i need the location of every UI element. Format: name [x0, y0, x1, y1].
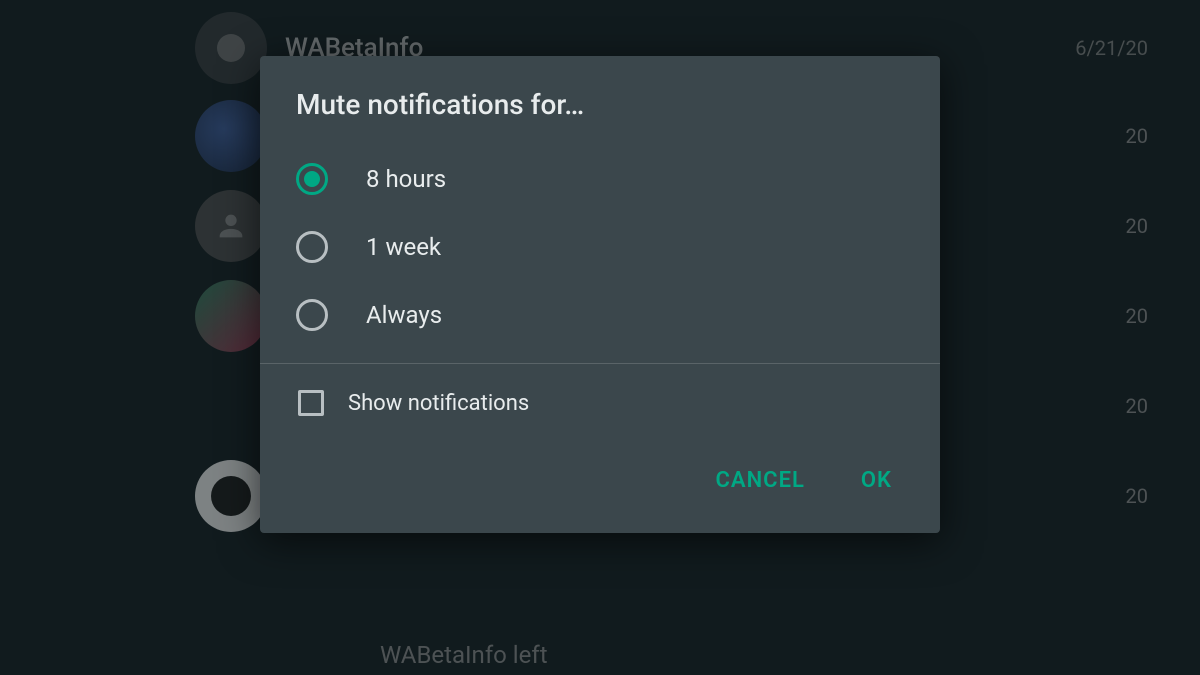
chat-date: 20: [1126, 394, 1148, 418]
ok-button[interactable]: OK: [853, 458, 900, 503]
radio-label: 1 week: [366, 233, 441, 261]
radio-label: Always: [366, 301, 442, 329]
radio-option-8-hours[interactable]: 8 hours: [296, 145, 904, 213]
chat-date: 20: [1126, 304, 1148, 328]
dialog-actions: CANCEL OK: [260, 442, 940, 533]
checkbox-icon: [298, 390, 324, 416]
cancel-button[interactable]: CANCEL: [708, 458, 813, 503]
avatar: [195, 12, 267, 84]
dialog-title: Mute notifications for…: [260, 56, 940, 145]
system-message: WABetaInfo left: [380, 641, 548, 669]
radio-icon: [296, 299, 328, 331]
chat-date: 20: [1126, 214, 1148, 238]
mute-duration-radio-group: 8 hours 1 week Always: [260, 145, 940, 349]
chat-date: 20: [1126, 484, 1148, 508]
radio-option-always[interactable]: Always: [296, 281, 904, 349]
chat-date: 6/21/20: [1075, 36, 1148, 60]
mute-notifications-dialog: Mute notifications for… 8 hours 1 week A…: [260, 56, 940, 533]
show-notifications-checkbox-row[interactable]: Show notifications: [260, 364, 940, 442]
radio-icon: [296, 231, 328, 263]
checkbox-label: Show notifications: [348, 391, 529, 416]
chat-date: 20: [1126, 124, 1148, 148]
radio-option-1-week[interactable]: 1 week: [296, 213, 904, 281]
radio-icon: [296, 163, 328, 195]
radio-label: 8 hours: [366, 165, 446, 193]
